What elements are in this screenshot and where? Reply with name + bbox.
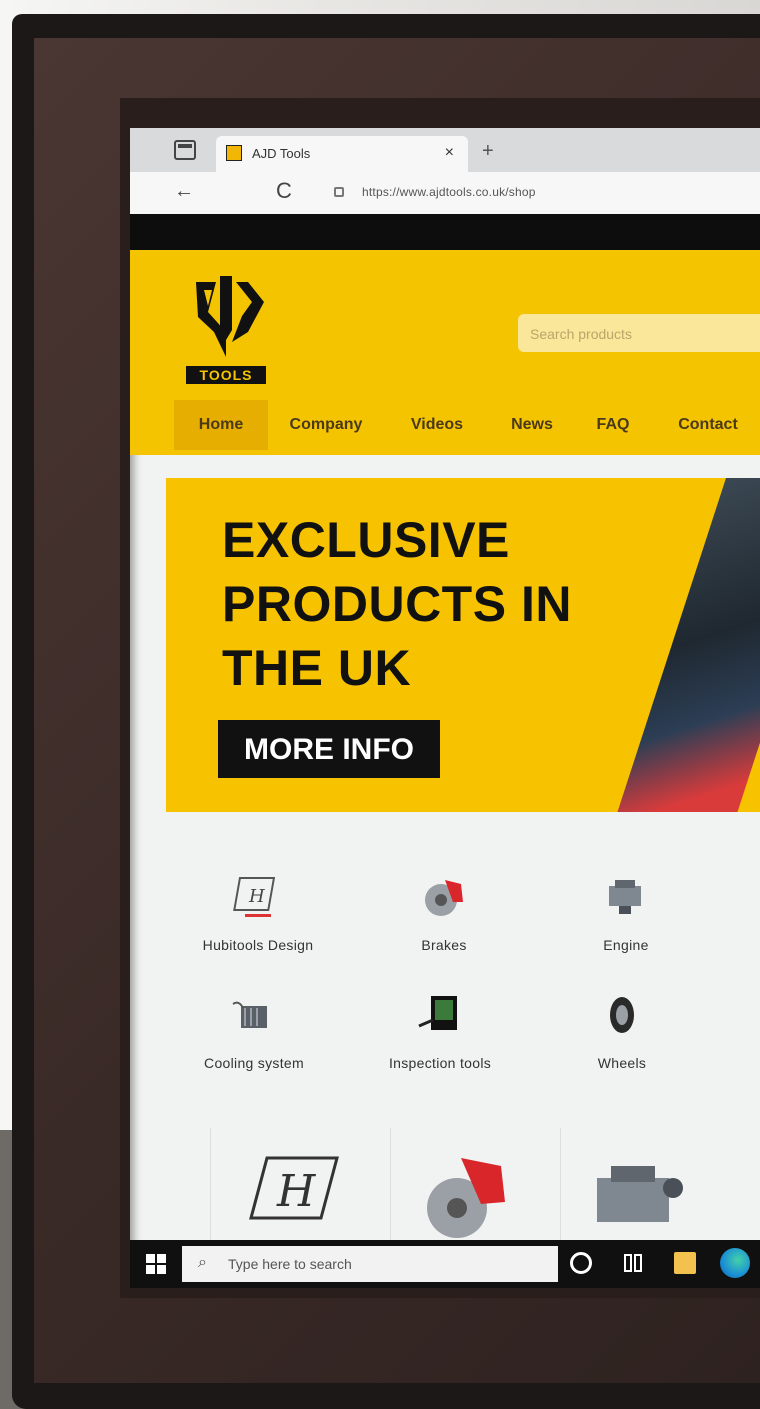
category-label: Engine	[603, 937, 649, 953]
nav-contact[interactable]: Contact	[658, 400, 758, 450]
top-strip	[130, 214, 760, 250]
wheel-icon	[610, 997, 634, 1033]
cooling-system-icon	[232, 1001, 267, 1028]
new-tab-button[interactable]: +	[482, 140, 494, 163]
address-bar: ← C https://www.ajdtools.co.uk/shop	[130, 172, 760, 214]
product-card[interactable]	[560, 1128, 721, 1240]
tab-actions-icon[interactable]	[174, 140, 196, 160]
category-wheels[interactable]: Wheels	[532, 990, 712, 1071]
engine-icon	[609, 880, 641, 914]
brake-icon	[427, 1158, 505, 1238]
file-explorer-icon[interactable]	[674, 1252, 696, 1274]
more-info-button[interactable]: MORE INFO	[218, 720, 440, 778]
windows-start-icon[interactable]	[146, 1254, 166, 1274]
category-engine[interactable]: Engine	[536, 872, 716, 953]
nav-videos[interactable]: Videos	[392, 400, 482, 450]
hero-banner: EXCLUSIVE PRODUCTS IN THE UK MORE INFO	[166, 478, 760, 812]
site-header: TOOLS Home Company Videos News FAQ Conta…	[130, 250, 760, 455]
category-label: Wheels	[597, 1055, 647, 1071]
category-label: Inspection tools	[388, 1055, 492, 1071]
category-cooling-system[interactable]: Cooling system	[164, 990, 344, 1071]
nav-home[interactable]: Home	[174, 400, 268, 450]
inspection-tool-icon	[418, 996, 457, 1030]
edge-browser-icon[interactable]	[720, 1248, 750, 1278]
category-hubitools-design[interactable]: H Hubitools Design	[168, 872, 348, 953]
brake-icon	[425, 880, 463, 916]
product-carousel: H	[200, 1128, 760, 1240]
search-input[interactable]	[518, 314, 760, 354]
favicon-icon	[226, 145, 242, 161]
product-search[interactable]	[518, 314, 760, 354]
hero-title-line: EXCLUSIVE	[222, 512, 510, 568]
hero-title-line: THE UK	[222, 640, 412, 696]
search-icon: ⌕	[198, 1254, 207, 1271]
lock-icon	[334, 187, 344, 197]
hero-title: EXCLUSIVE PRODUCTS IN THE UK	[222, 508, 722, 700]
logo-text: TOOLS	[186, 366, 266, 384]
product-card[interactable]	[390, 1128, 551, 1240]
screen: AJD Tools × + ← C https://www.ajdtools.c…	[130, 128, 760, 1288]
back-arrow-icon[interactable]: ←	[174, 180, 194, 203]
nav-faq[interactable]: FAQ	[578, 400, 648, 450]
taskbar-search-placeholder: Type here to search	[228, 1256, 352, 1272]
engine-icon	[597, 1166, 683, 1222]
reload-icon[interactable]: C	[276, 178, 292, 204]
nav-news[interactable]: News	[492, 400, 572, 450]
svg-text:H: H	[276, 1166, 317, 1217]
category-brakes[interactable]: Brakes	[354, 872, 534, 953]
tab-title: AJD Tools	[252, 146, 311, 161]
task-view-icon[interactable]	[622, 1252, 644, 1274]
ajd-logo-icon[interactable]	[186, 272, 266, 362]
close-tab-icon[interactable]: ×	[445, 144, 454, 162]
product-card[interactable]: H	[210, 1128, 371, 1240]
category-label: Cooling system	[204, 1055, 304, 1071]
svg-text:H: H	[248, 886, 265, 907]
hero-title-line: PRODUCTS IN	[222, 576, 572, 632]
url-field[interactable]: https://www.ajdtools.co.uk/shop	[362, 185, 536, 199]
hubitools-design-icon: H	[233, 877, 276, 917]
nav-company[interactable]: Company	[276, 400, 376, 450]
category-inspection-tools[interactable]: Inspection tools	[350, 990, 530, 1071]
taskbar-search[interactable]: ⌕ Type here to search	[182, 1246, 558, 1282]
category-label: Hubitools Design	[202, 937, 314, 953]
windows-taskbar: ⌕ Type here to search	[130, 1240, 760, 1288]
category-label: Brakes	[421, 937, 467, 953]
browser-tab-bar: AJD Tools × +	[130, 128, 760, 172]
browser-tab[interactable]: AJD Tools ×	[216, 136, 468, 172]
cortana-icon[interactable]	[570, 1252, 592, 1274]
hubitools-design-icon: H	[249, 1156, 339, 1220]
